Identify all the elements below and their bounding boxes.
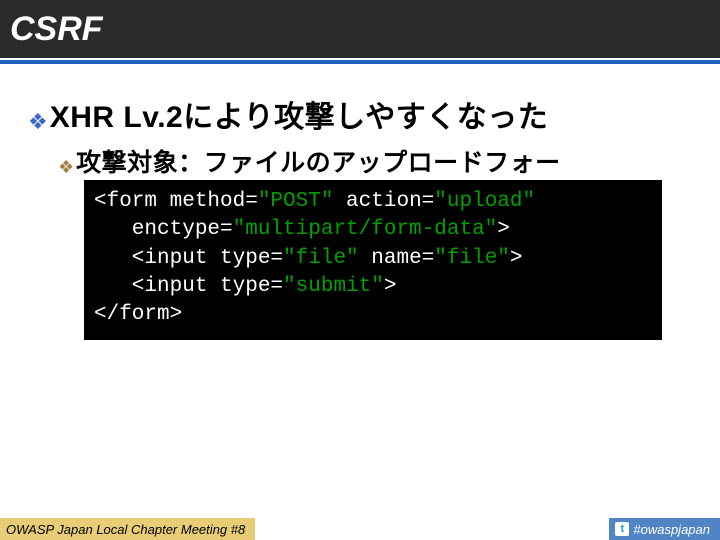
code-text: </form> xyxy=(94,303,182,326)
code-text: <form method= xyxy=(94,190,258,213)
footer-left: OWASP Japan Local Chapter Meeting #8 xyxy=(0,518,255,540)
code-string: "file" xyxy=(283,247,359,270)
code-string: "POST" xyxy=(258,190,334,213)
slide-title: CSRF xyxy=(10,10,103,49)
code-text: > xyxy=(497,218,510,241)
slide-content: ❖ XHR Lv.2により攻撃しやすくなった ❖ 攻撃対象：ファイルのアップロー… xyxy=(0,64,720,340)
footer-left-text: OWASP Japan Local Chapter Meeting #8 xyxy=(6,522,245,537)
slide-header: CSRF xyxy=(0,0,720,58)
code-text: > xyxy=(510,247,523,270)
code-string: "submit" xyxy=(283,275,384,298)
subheading-row: ❖ 攻撃対象：ファイルのアップロードフォー xyxy=(28,148,692,178)
footer-hashtag: #owaspjapan xyxy=(633,522,710,537)
footer-right: t #owaspjapan xyxy=(609,518,720,540)
code-text: name= xyxy=(359,247,435,270)
code-block: <form method="POST" action="upload" enct… xyxy=(84,180,662,340)
diamond-bullet-icon: ❖ xyxy=(28,111,48,133)
code-string: "file" xyxy=(434,247,510,270)
code-string: "upload" xyxy=(434,190,535,213)
code-text: enctype= xyxy=(94,218,233,241)
code-text: > xyxy=(384,275,397,298)
main-heading: XHR Lv.2により攻撃しやすくなった xyxy=(50,92,549,136)
twitter-icon: t xyxy=(615,522,629,536)
heading-row: ❖ XHR Lv.2により攻撃しやすくなった xyxy=(28,92,692,136)
sub-heading: 攻撃対象：ファイルのアップロードフォー xyxy=(76,148,561,178)
diamond-sub-bullet-icon: ❖ xyxy=(58,157,74,179)
code-text: action= xyxy=(333,190,434,213)
code-string: "multipart/form-data" xyxy=(233,218,498,241)
code-text: <input type= xyxy=(94,247,283,270)
code-text: <input type= xyxy=(94,275,283,298)
slide-footer: OWASP Japan Local Chapter Meeting #8 t #… xyxy=(0,518,720,540)
